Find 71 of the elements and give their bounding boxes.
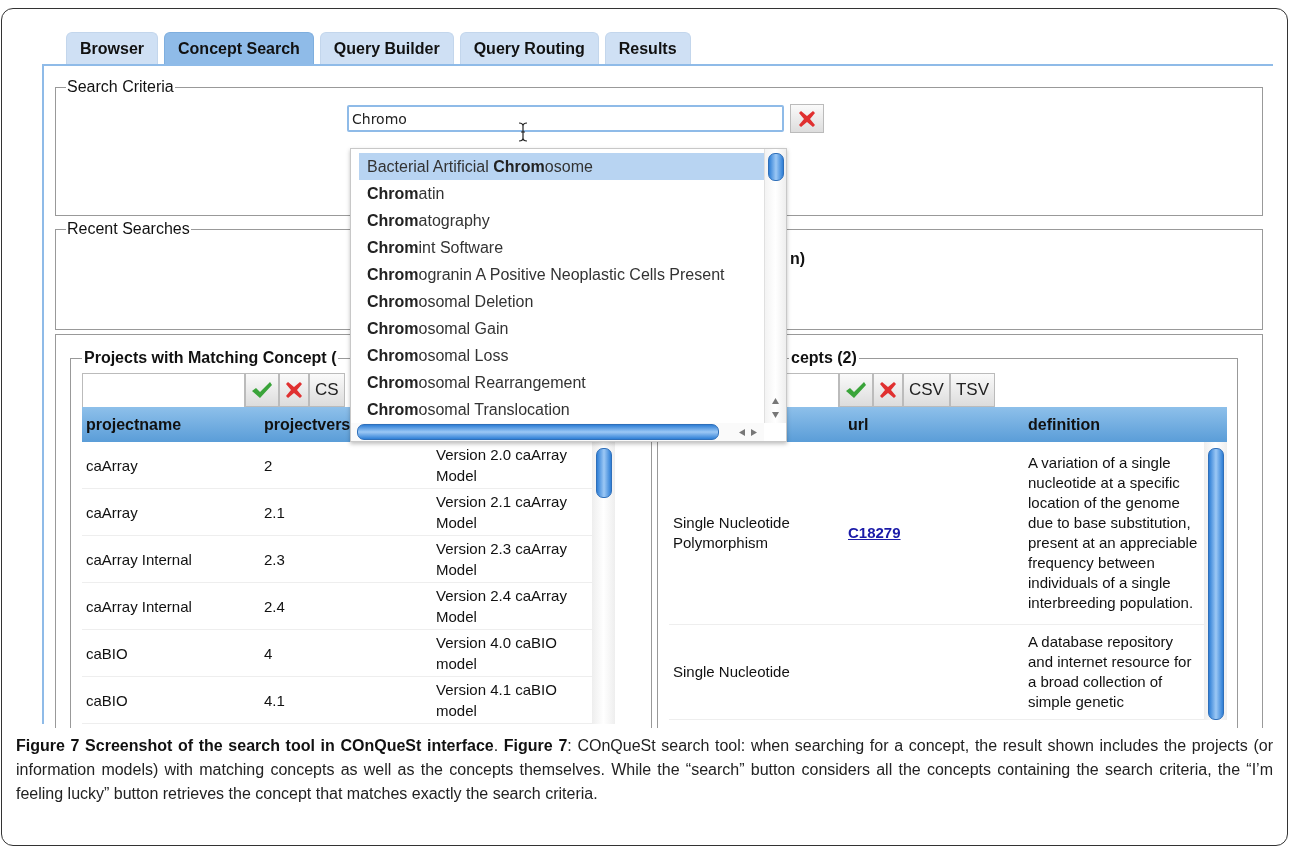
section-title: Search Criteria: [66, 78, 175, 96]
suggestion-item[interactable]: Chromogranin A Positive Neoplastic Cells Present: [359, 261, 764, 288]
scroll-left-icon[interactable]: [738, 427, 746, 437]
apply-button[interactable]: [839, 373, 873, 407]
scroll-right-icon[interactable]: [750, 427, 758, 437]
table-cell: Version 2.0 caArray Model: [436, 446, 567, 484]
table-cell: caBIO: [86, 691, 128, 709]
close-icon: [285, 381, 303, 399]
recent-search-text: n): [790, 250, 806, 268]
table-cell: 2: [264, 456, 273, 474]
text-cursor-icon: [518, 122, 528, 142]
section-title: Recent Searches: [66, 220, 191, 238]
suggestion-item[interactable]: Chromosomal Rearrangement: [359, 369, 764, 396]
table-cell: 2.1: [264, 503, 285, 521]
tab[interactable]: Query Builder: [319, 32, 454, 64]
table-cell: caBIO: [86, 644, 128, 662]
column-header[interactable]: definition: [1024, 407, 1204, 442]
table-cell: Version 4.0 caBIO model: [436, 634, 557, 672]
table-cell: caArray Internal: [86, 597, 192, 615]
concept-link[interactable]: C18279: [848, 524, 901, 542]
table-cell: A database repository and internet resource for a broad collection of simple genetic: [1028, 633, 1192, 711]
figure-caption: Figure 7 Screenshot of the search tool in COnQueSt interface. Figure 7: COnQueSt search tool: when searching for a concept, the result shown includes the projects (or information models) with matching concepts as well as the concepts themselves. While the “search” button considers all the concepts containing the search criteria, the “I’m feeling lucky” button retrieves the concept that matches exactly the search criteria.: [16, 736, 1273, 804]
section-title: Projects with Matching Concept (: [83, 349, 338, 367]
table-cell: caArray Internal: [86, 550, 192, 568]
clear-button[interactable]: [279, 373, 309, 407]
filter-field[interactable]: [82, 373, 245, 407]
suggestion-item[interactable]: Chromosomal Translocation: [359, 396, 764, 423]
table-cell: Version 2.4 caArray Model: [436, 587, 567, 625]
suggestion-item[interactable]: Bacterial Artificial Chromosome: [359, 153, 764, 180]
table-cell: 4.1: [264, 691, 285, 709]
table-cell: Version 2.3 caArray Model: [436, 540, 567, 578]
clear-search-button[interactable]: [790, 104, 824, 133]
table-cell: Version 2.1 caArray Model: [436, 493, 567, 531]
check-icon: [845, 381, 867, 399]
table-cell: caArray: [86, 503, 138, 521]
tab[interactable]: Results: [604, 32, 691, 64]
suggestion-item[interactable]: Chromatin: [359, 180, 764, 207]
scrollbar-thumb[interactable]: [357, 424, 719, 440]
tab[interactable]: Query Routing: [459, 32, 599, 64]
export-button[interactable]: CS: [309, 373, 345, 407]
table-cell: A variation of a single nucleotide at a specific location of the genome due to base substitution, present at an appreciable frequency between individuals of a single interbreeding population.: [1028, 454, 1198, 612]
scroll-down-icon[interactable]: [771, 411, 780, 419]
close-icon: [879, 381, 897, 399]
suggestion-item[interactable]: Chromatography: [359, 207, 764, 234]
apply-button[interactable]: [245, 373, 279, 407]
close-icon: [798, 109, 816, 128]
table-cell: Version 4.1 caBIO model: [436, 681, 557, 719]
tab[interactable]: Browser: [66, 32, 159, 64]
section-title: cepts (2): [790, 349, 858, 367]
search-field[interactable]: Chromo: [347, 105, 784, 132]
table-cell: Single Nucleotide: [673, 663, 790, 681]
check-icon: [251, 381, 273, 399]
suggestion-item[interactable]: Chromint Software: [359, 234, 764, 261]
scrollbar-thumb[interactable]: [767, 153, 784, 181]
table-cell: Single Nucleotide Polymorphism: [673, 514, 790, 552]
tab[interactable]: Concept Search: [164, 32, 314, 64]
scrollbar-thumb[interactable]: [1207, 448, 1224, 720]
export-button[interactable]: CSV: [903, 373, 950, 407]
column-header[interactable]: url: [844, 407, 1024, 442]
suggestion-item[interactable]: Chromosomal Loss: [359, 342, 764, 369]
suggestion-item[interactable]: Chromosomal Deletion: [359, 288, 764, 315]
table-cell: caArray: [86, 456, 138, 474]
suggestion-item[interactable]: Chromosomal Gain: [359, 315, 764, 342]
table-cell: 2.3: [264, 550, 285, 568]
table-cell: 4: [264, 644, 273, 662]
clear-button[interactable]: [873, 373, 903, 407]
scrollbar-thumb[interactable]: [595, 448, 612, 498]
export-button[interactable]: TSV: [949, 373, 996, 407]
table-cell: 2.4: [264, 597, 285, 615]
column-header[interactable]: projectname: [82, 407, 260, 442]
scroll-up-icon[interactable]: [771, 397, 780, 405]
